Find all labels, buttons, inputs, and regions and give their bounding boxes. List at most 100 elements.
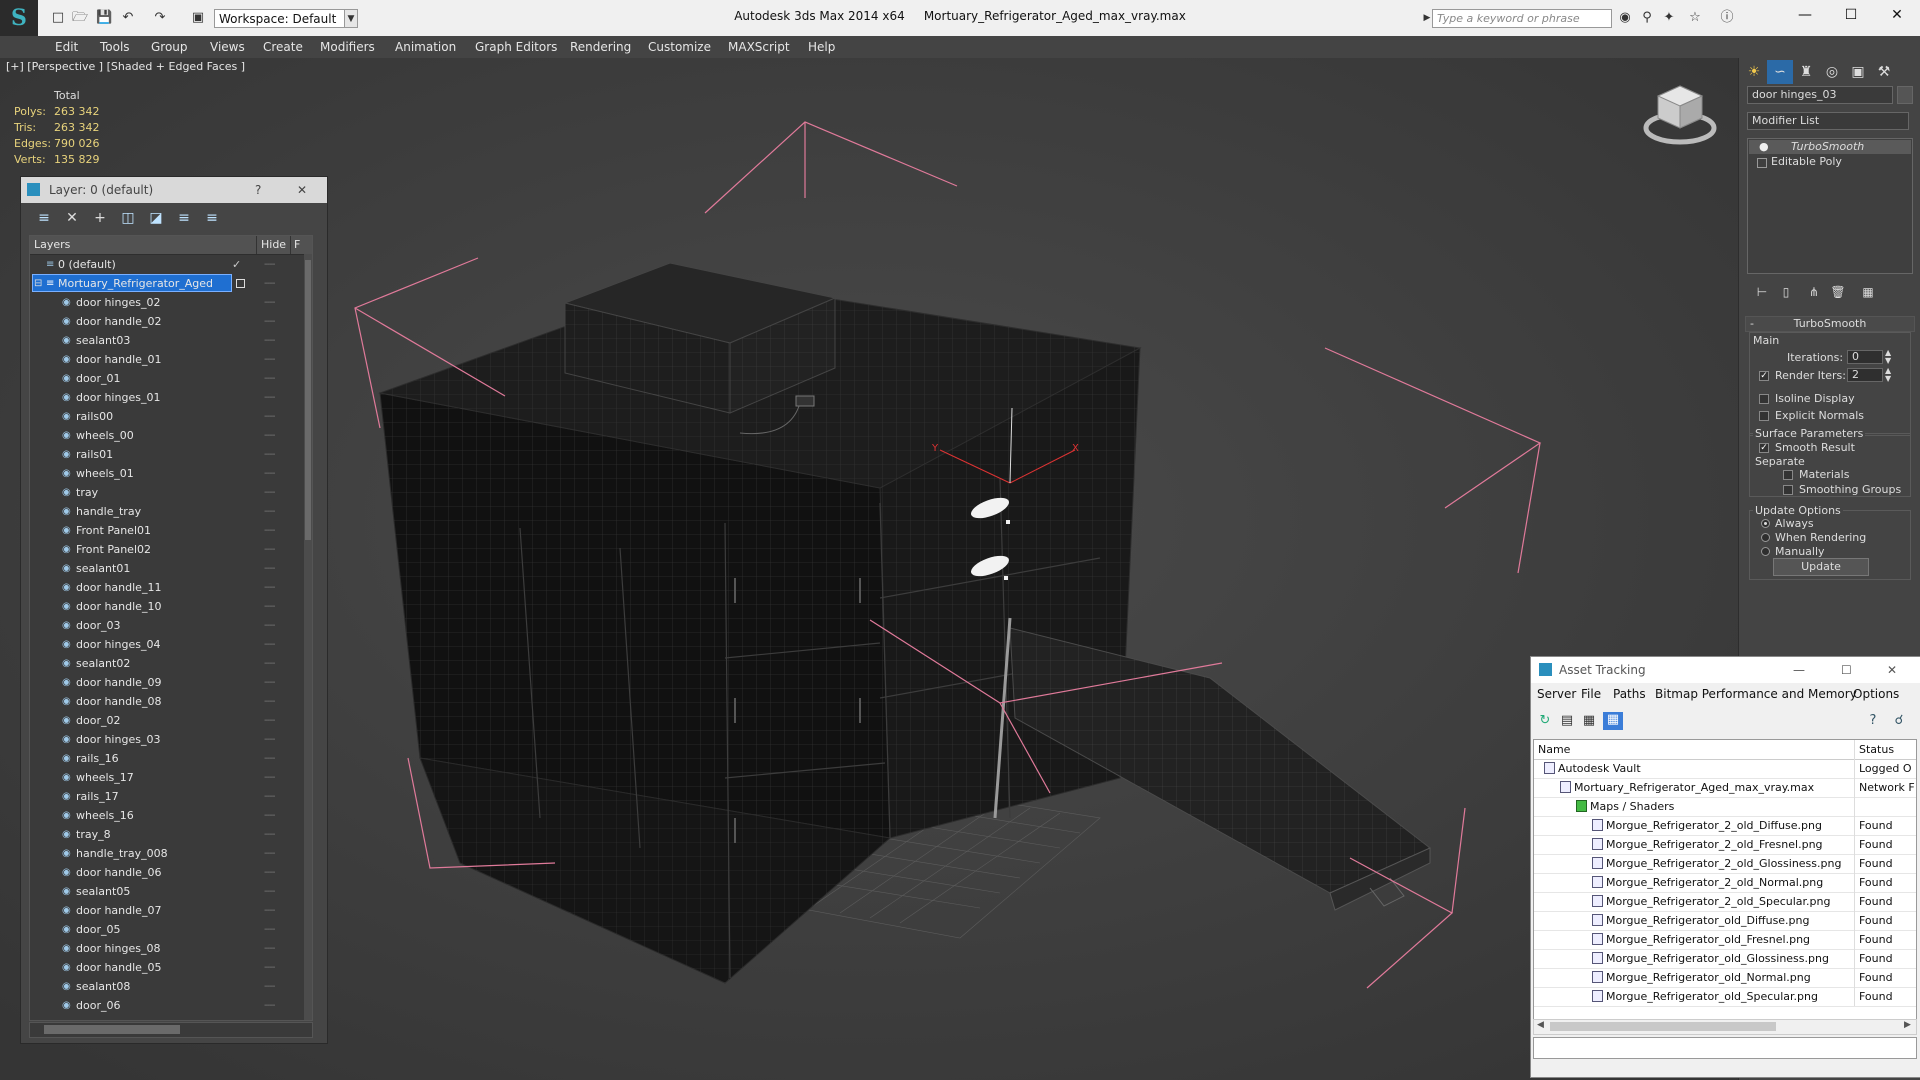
hide-toggle[interactable]: ---- [264,711,275,730]
menu-graph-editors[interactable]: Graph Editors [475,36,557,58]
isoline-display-checkbox[interactable] [1759,394,1769,404]
hide-toggle[interactable]: ---- [264,977,275,996]
asset-menu-paths[interactable]: Paths [1613,687,1646,701]
render-iters-checkbox[interactable]: ✓ [1759,371,1769,381]
add-to-layer-icon[interactable]: + [89,207,111,229]
select-objects-icon[interactable]: ◫ [117,207,139,229]
viewcube-icon[interactable] [1642,82,1718,148]
smoothing-groups-checkbox[interactable] [1783,485,1793,495]
hide-toggle[interactable]: ---- [264,255,275,274]
layer-object-row[interactable]: ◉ door hinges_01 ---- [30,388,300,407]
menu-edit[interactable]: Edit [55,36,78,58]
layer-object-row[interactable]: ◉ handle_tray_008 ---- [30,844,300,863]
hide-toggle[interactable]: ---- [264,996,275,1015]
close-layer-panel-button[interactable]: ✕ [297,177,307,203]
create-layer-icon[interactable]: ≡ [33,207,55,229]
collapse-icon[interactable]: ⊟ [34,274,46,293]
hide-toggle[interactable]: ---- [264,730,275,749]
spinner-arrows-icon[interactable]: ▲ ▼ [1885,367,1891,383]
maximize-button[interactable]: ☐ [1828,0,1874,30]
configure-sets-icon[interactable]: ▦ [1855,280,1881,304]
asset-row[interactable]: Morgue_Refrigerator_old_Specular.png Foun… [1534,987,1916,1007]
hide-toggle[interactable]: ---- [264,350,275,369]
layer-object-row[interactable]: ◉ sealant08 ---- [30,977,300,996]
layer-object-row[interactable]: ◉ tray ---- [30,483,300,502]
hide-toggle[interactable]: ---- [264,673,275,692]
hide-toggle[interactable]: ---- [264,293,275,312]
layer-object-row[interactable]: ◉ door handle_09 ---- [30,673,300,692]
minimize-button[interactable]: — [1793,657,1805,683]
layer-row-active[interactable]: ⊟ ≡ Mortuary_Refrigerator_Aged ---- [30,274,300,293]
layer-object-row[interactable]: ◉ door_03 ---- [30,616,300,635]
object-name-field[interactable]: door hinges_03 [1747,86,1893,104]
display-tab-icon[interactable]: ▣ [1845,60,1871,84]
layer-object-row[interactable]: ◉ wheels_16 ---- [30,806,300,825]
hide-toggle[interactable]: ---- [264,806,275,825]
stack-item-turbosmooth[interactable]: ● TurboSmooth [1749,140,1911,154]
layer-row-default[interactable]: ≡ 0 (default) ✓ ---- [30,255,300,274]
layer-object-row[interactable]: ◉ Front Panel01 ---- [30,521,300,540]
lightbulb-icon[interactable]: ● [1759,140,1769,154]
layer-object-row[interactable]: ◉ door_02 ---- [30,711,300,730]
hide-toggle[interactable]: ---- [264,407,275,426]
menu-group[interactable]: Group [151,36,188,58]
show-end-result-icon[interactable]: ▯ [1773,280,1799,304]
layer-object-row[interactable]: ◉ sealant03 ---- [30,331,300,350]
communication-center-icon[interactable]: ✦ [1660,10,1678,26]
modify-tab-icon[interactable]: ∽ [1767,60,1793,84]
menu-maxscript[interactable]: MAXScript [728,36,790,58]
layer-object-row[interactable]: ◉ wheels_01 ---- [30,464,300,483]
layer-object-row[interactable]: ◉ door_06 ---- [30,996,300,1015]
smooth-result-checkbox[interactable]: ✓ [1759,443,1769,453]
column-name[interactable]: Name [1538,740,1570,759]
list-view-icon[interactable]: ▤ [1559,713,1575,729]
column-status[interactable]: Status [1854,740,1894,759]
hide-toggle[interactable]: ---- [264,483,275,502]
asset-row[interactable]: Morgue_Refrigerator_old_Fresnel.png Found [1534,930,1916,950]
layer-object-row[interactable]: ◉ wheels_17 ---- [30,768,300,787]
asset-row[interactable]: Morgue_Refrigerator_2_old_Normal.png Foun… [1534,873,1916,893]
layer-object-row[interactable]: ◉ rails00 ---- [30,407,300,426]
column-layers[interactable]: Layers [34,236,70,254]
table-view-icon[interactable]: ▦ [1603,712,1623,730]
layer-vertical-scrollbar[interactable] [304,254,312,1020]
hide-toggle[interactable]: ---- [264,939,275,958]
column-hide[interactable]: Hide [256,236,286,254]
hide-toggle[interactable]: ---- [264,768,275,787]
when-rendering-radio[interactable] [1761,533,1770,542]
menu-animation[interactable]: Animation [395,36,456,58]
close-button[interactable]: ✕ [1874,0,1920,30]
asset-menu-file[interactable]: File [1581,687,1601,701]
explicit-normals-checkbox[interactable] [1759,411,1769,421]
help-icon[interactable]: ? [1865,713,1881,729]
expand-icon[interactable] [1757,158,1767,168]
asset-menu-options[interactable]: Options [1853,687,1899,701]
hide-toggle[interactable]: ---- [264,312,275,331]
favorites-star-icon[interactable]: ☆ [1686,10,1704,26]
hide-toggle[interactable]: ---- [264,749,275,768]
render-iters-spinner[interactable]: 2 [1847,368,1883,382]
asset-horizontal-scrollbar[interactable]: ◀ ▶ [1533,1019,1917,1035]
refresh-icon[interactable]: ↻ [1537,713,1553,729]
menu-help[interactable]: Help [808,36,835,58]
always-radio[interactable] [1761,519,1770,528]
layer-object-row[interactable]: ◉ Front Panel02 ---- [30,540,300,559]
layer-object-row[interactable]: ◉ rails01 ---- [30,445,300,464]
asset-row[interactable]: Morgue_Refrigerator_2_old_Glossiness.png… [1534,854,1916,874]
turbosmooth-rollout-header[interactable]: - TurboSmooth [1745,316,1915,332]
menu-rendering[interactable]: Rendering [570,36,631,58]
layer-object-row[interactable]: ◉ tray_8 ---- [30,825,300,844]
menu-modifiers[interactable]: Modifiers [320,36,375,58]
close-button[interactable]: ✕ [1887,657,1897,683]
asset-row[interactable]: Morgue_Refrigerator_2_old_Fresnel.png Fou… [1534,835,1916,855]
remove-modifier-icon[interactable]: 🗑 [1825,280,1851,304]
hierarchy-tab-icon[interactable]: ♜ [1793,60,1819,84]
binoculars-icon[interactable]: ◉ [1616,10,1634,26]
asset-row[interactable]: Autodesk Vault Logged O [1534,759,1916,779]
layer-object-row[interactable]: ◉ door handle_10 ---- [30,597,300,616]
layer-object-row[interactable]: ◉ door handle_05 ---- [30,958,300,977]
hide-toggle[interactable]: ---- [264,597,275,616]
menu-views[interactable]: Views [210,36,245,58]
menu-create[interactable]: Create [263,36,303,58]
column-freeze[interactable]: F [290,236,300,254]
